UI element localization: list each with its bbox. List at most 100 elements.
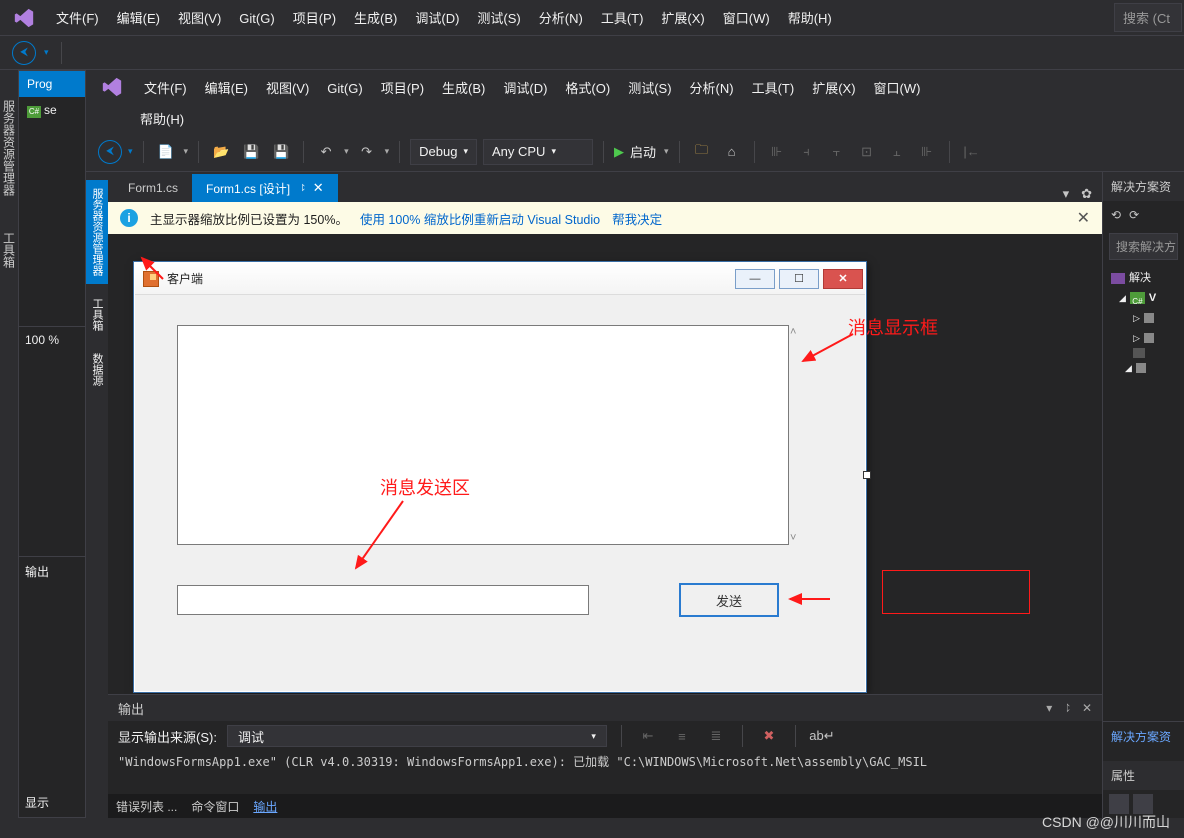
info-close-icon[interactable]: ✕ bbox=[1077, 208, 1090, 228]
menu-文件(F)[interactable]: 文件(F) bbox=[48, 5, 109, 32]
menu-视图(V)[interactable]: 视图(V) bbox=[170, 5, 231, 32]
align-icon-1[interactable]: ⊪ bbox=[765, 140, 789, 164]
out-wrap-icon[interactable]: ab↵ bbox=[810, 724, 834, 748]
close-icon[interactable]: ✕ bbox=[823, 269, 863, 289]
menu-帮助(H)[interactable]: 帮助(H) bbox=[780, 5, 842, 32]
scroll-down-icon[interactable]: ˅ bbox=[790, 532, 806, 544]
sln-nav-back-icon[interactable]: ⟲ bbox=[1111, 208, 1121, 222]
new-item-icon[interactable]: 📄 bbox=[154, 140, 178, 164]
open-icon[interactable]: 📂 bbox=[209, 140, 233, 164]
menu-inner-项目(P)[interactable]: 项目(P) bbox=[373, 75, 434, 102]
send-button[interactable]: 发送 bbox=[679, 583, 779, 617]
designer-surface[interactable]: 客户端 — ☐ ✕ ˄˅ 发送 bbox=[108, 234, 1102, 694]
align-icon-5[interactable]: ⫠ bbox=[885, 140, 909, 164]
bottom-tab-cmd[interactable]: 命令窗口 bbox=[191, 798, 239, 815]
menu-inner-调试(D)[interactable]: 调试(D) bbox=[495, 75, 557, 102]
project-node[interactable]: ◢C#V bbox=[1107, 288, 1180, 308]
minimize-icon[interactable]: — bbox=[735, 269, 775, 289]
help-decide-link[interactable]: 帮我决定 bbox=[612, 209, 662, 228]
resize-handle[interactable] bbox=[863, 471, 871, 479]
save-all-icon[interactable]: 💾 bbox=[269, 140, 293, 164]
doc-tab-code[interactable]: Form1.cs bbox=[114, 174, 192, 202]
play-icon[interactable]: ▶ bbox=[614, 144, 624, 160]
menu-编辑(E)[interactable]: 编辑(E) bbox=[109, 5, 170, 32]
menu-inner-视图(V)[interactable]: 视图(V) bbox=[258, 75, 319, 102]
start-button[interactable]: 启动 bbox=[630, 142, 656, 161]
menu-inner-文件(F)[interactable]: 文件(F) bbox=[136, 75, 197, 102]
tree-item[interactable]: ◢ bbox=[1107, 358, 1180, 378]
maximize-icon[interactable]: ☐ bbox=[779, 269, 819, 289]
prop-categorize-icon[interactable] bbox=[1109, 794, 1129, 814]
solution-explorer-tab[interactable]: 解决方案资 bbox=[1103, 721, 1184, 751]
align-icon-2[interactable]: ⫞ bbox=[795, 140, 819, 164]
menu-inner-生成(B)[interactable]: 生成(B) bbox=[434, 75, 495, 102]
out-tb-icon-1[interactable]: ⇤ bbox=[636, 724, 660, 748]
gear-icon[interactable]: ✿ bbox=[1081, 186, 1092, 202]
folder-icon[interactable]: 🗀 bbox=[690, 140, 714, 164]
tab-overflow-icon[interactable]: ▾ bbox=[1063, 186, 1070, 202]
toolbox-tab[interactable]: 工具箱 bbox=[86, 290, 108, 339]
tree-item[interactable] bbox=[1107, 348, 1180, 358]
menu-生成(B)[interactable]: 生成(B) bbox=[346, 5, 407, 32]
menu-inner-编辑(E)[interactable]: 编辑(E) bbox=[197, 75, 258, 102]
undo-icon[interactable]: ↶ bbox=[314, 140, 338, 164]
menu-Git(G)[interactable]: Git(G) bbox=[231, 5, 284, 32]
output-close-icon[interactable]: ✕ bbox=[1082, 701, 1092, 716]
menu-inner-工具(T)[interactable]: 工具(T) bbox=[744, 75, 805, 102]
doc-tab-design[interactable]: Form1.cs [设计] ⥏ ✕ bbox=[192, 174, 338, 202]
bottom-tab-output[interactable]: 输出 bbox=[253, 798, 277, 815]
datasources-tab[interactable]: 数据源 bbox=[86, 345, 108, 394]
message-input-textbox[interactable] bbox=[177, 585, 589, 615]
solution-node[interactable]: 解决 bbox=[1107, 268, 1180, 288]
align-icon-6[interactable]: ⊪ bbox=[915, 140, 939, 164]
outer-doc-tab-2[interactable]: C#se bbox=[19, 97, 85, 124]
redo-icon[interactable]: ↷ bbox=[355, 140, 379, 164]
menu-inner-分析(N)[interactable]: 分析(N) bbox=[682, 75, 744, 102]
menu-测试(S)[interactable]: 测试(S) bbox=[469, 5, 530, 32]
server-explorer-tab[interactable]: 服务器资源管理器 bbox=[86, 180, 108, 284]
tree-item[interactable]: ▷ bbox=[1107, 328, 1180, 348]
menu-inner-格式(O)[interactable]: 格式(O) bbox=[557, 75, 620, 102]
outer-output-tab[interactable]: 输出 bbox=[19, 556, 85, 586]
align-icon-7[interactable]: |← bbox=[960, 140, 984, 164]
output-source-dropdown[interactable]: 调试▾ bbox=[227, 725, 607, 747]
prop-alpha-icon[interactable] bbox=[1133, 794, 1153, 814]
config-dropdown[interactable]: Debug▾ bbox=[410, 139, 477, 165]
menu-inner-测试(S)[interactable]: 测试(S) bbox=[620, 75, 681, 102]
out-clear-icon[interactable]: ✖ bbox=[757, 724, 781, 748]
out-tb-icon-2[interactable]: ≡ bbox=[670, 724, 694, 748]
search-box-outer[interactable]: 搜索 (Ct bbox=[1114, 3, 1182, 32]
menu-扩展(X)[interactable]: 扩展(X) bbox=[653, 5, 714, 32]
menu-inner-扩展(X)[interactable]: 扩展(X) bbox=[804, 75, 865, 102]
menu-窗口(W)[interactable]: 窗口(W) bbox=[715, 5, 780, 32]
menu-inner-窗口(W)[interactable]: 窗口(W) bbox=[866, 75, 931, 102]
restart-100-link[interactable]: 使用 100% 缩放比例重新启动 Visual Studio bbox=[360, 209, 600, 228]
menu-工具(T)[interactable]: 工具(T) bbox=[593, 5, 654, 32]
outer-display-tab[interactable]: 显示 bbox=[19, 788, 85, 817]
menu-help-inner[interactable]: 帮助(H) bbox=[132, 103, 194, 134]
bottom-tab-errors[interactable]: 错误列表 ... bbox=[116, 798, 177, 815]
platform-dropdown[interactable]: Any CPU▾ bbox=[483, 139, 593, 165]
menu-分析(N)[interactable]: 分析(N) bbox=[531, 5, 593, 32]
home-icon[interactable]: ⌂ bbox=[720, 140, 744, 164]
zoom-level[interactable]: 100 % bbox=[19, 326, 85, 353]
align-icon-3[interactable]: ⫟ bbox=[825, 140, 849, 164]
scroll-up-icon[interactable]: ˄ bbox=[790, 326, 806, 338]
winform-window[interactable]: 客户端 — ☐ ✕ ˄˅ 发送 bbox=[134, 262, 866, 692]
save-icon[interactable]: 💾 bbox=[239, 140, 263, 164]
nav-back-inner-icon[interactable]: ⮜ bbox=[98, 140, 122, 164]
pin-icon[interactable]: ⥏ bbox=[300, 183, 305, 194]
menu-项目(P)[interactable]: 项目(P) bbox=[285, 5, 346, 32]
server-explorer-tab-outer[interactable]: 服务器资源管理器 bbox=[0, 92, 20, 204]
menu-inner-Git(G)[interactable]: Git(G) bbox=[319, 75, 372, 102]
out-tb-icon-3[interactable]: ≣ bbox=[704, 724, 728, 748]
align-icon-4[interactable]: ⊡ bbox=[855, 140, 879, 164]
message-display-textbox[interactable]: ˄˅ bbox=[177, 325, 789, 545]
menu-调试(D)[interactable]: 调试(D) bbox=[407, 5, 469, 32]
close-tab-icon[interactable]: ✕ bbox=[313, 180, 324, 196]
toolbox-tab-outer[interactable]: 工具箱 bbox=[0, 224, 20, 276]
output-dropdown-icon[interactable]: ▾ bbox=[1046, 701, 1052, 716]
nav-back-icon[interactable]: ⮜ bbox=[12, 41, 36, 65]
output-pin-icon[interactable]: ⥏ bbox=[1064, 701, 1070, 716]
tree-item[interactable]: ▷ bbox=[1107, 308, 1180, 328]
